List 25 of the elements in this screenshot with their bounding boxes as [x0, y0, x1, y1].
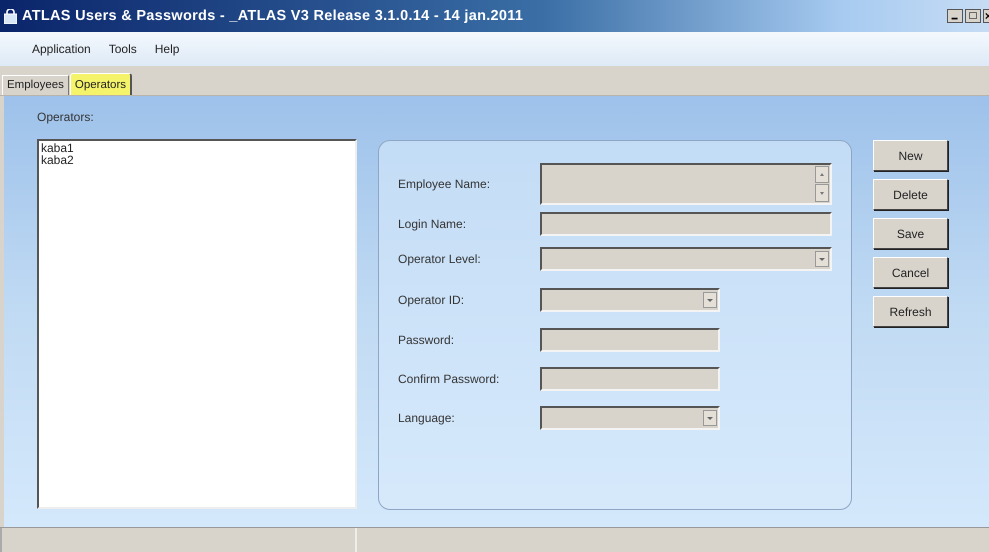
list-label: Operators:	[37, 110, 95, 124]
menu-item[interactable]: Tools	[100, 39, 146, 59]
field-label: Login Name:	[398, 216, 468, 230]
window-title: ATLAS Users & Passwords - _ATLAS V3 Release 3.1.0.14 - 14 jan.2011	[22, 8, 524, 24]
tab[interactable]: Operators	[70, 73, 132, 95]
action-button[interactable]: Delete	[873, 179, 948, 210]
tab[interactable]: Employees	[2, 75, 69, 95]
list-item[interactable]: kaba1	[41, 142, 74, 154]
list-item[interactable]: kaba2	[41, 154, 74, 166]
field-label: Operator ID:	[398, 292, 466, 306]
field-label: Confirm Password:	[398, 372, 500, 386]
action-button[interactable]: Refresh	[873, 296, 948, 327]
field-label: Password:	[398, 332, 456, 346]
field-label: Language:	[398, 410, 456, 424]
field-label: Employee Name:	[398, 177, 492, 191]
field-label: Operator Level:	[398, 252, 482, 266]
action-button[interactable]: New	[873, 140, 948, 171]
menu-item[interactable]: Help	[146, 39, 188, 59]
maximize-icon[interactable]	[965, 9, 981, 23]
minimize-icon[interactable]	[947, 9, 963, 23]
action-button[interactable]: Save	[873, 218, 948, 249]
lock-icon	[4, 8, 17, 24]
action-button[interactable]: Cancel	[873, 257, 948, 288]
menu-item[interactable]: Application	[23, 39, 100, 59]
close-icon[interactable]	[983, 9, 989, 23]
